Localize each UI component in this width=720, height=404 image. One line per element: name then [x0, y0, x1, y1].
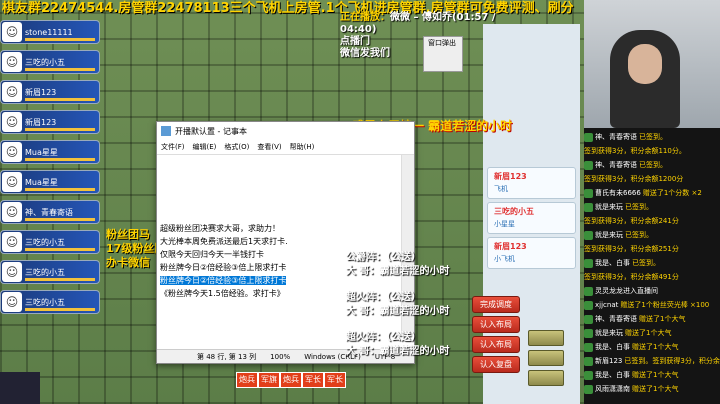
piece-tag: 炮兵	[236, 372, 258, 388]
avatar: ☺	[2, 232, 22, 252]
chat-line: 签到获得3分，积分余额491分	[584, 273, 679, 281]
center-chat: 正在播放：微微 – 傅如乔(01:57 / 04:40) 点播门 微信发我们	[340, 12, 496, 59]
player-card[interactable]: ☺ 新眉123	[0, 110, 100, 134]
chat-line: 超火阵：（公送）	[346, 332, 421, 343]
avatar: ☺	[2, 292, 22, 312]
layout-button[interactable]: 认入布局	[472, 316, 520, 333]
chat-line: 大 哥：霸道若涩的小时	[346, 266, 450, 277]
chat-line: 就是来玩 已签到。	[584, 202, 653, 212]
chat-line: 灵灵龙龙进入直播间	[584, 286, 658, 296]
chat-line: 签到获得3分，积分余额251分	[584, 245, 679, 253]
piece-tag: 炮兵	[280, 372, 302, 388]
player-card[interactable]: ☺ stone11111	[0, 20, 100, 44]
avatar: ☺	[2, 22, 22, 42]
chat-line: 就是来玩 已签到。	[584, 230, 653, 240]
chat-line: 新眉123已签到。签到获得3分，积分余额8	[584, 356, 720, 366]
piece-tag: 军长	[302, 372, 324, 388]
menu-format[interactable]: 格式(O)	[224, 142, 249, 152]
chat-line: 我是、白事 赠送了1个大气	[584, 342, 678, 352]
chat-line: 神、青春寄语 已签到。	[584, 160, 667, 170]
avatar: ☺	[2, 202, 22, 222]
menu-help[interactable]: 帮助(H)	[290, 142, 315, 152]
avatar: ☺	[2, 172, 22, 192]
list-item[interactable]: 新眉123 小飞机	[487, 237, 576, 269]
chat-line: 我是、白事 已签到。	[584, 258, 660, 268]
window-title: 开播默认置 - 记事本	[157, 122, 414, 140]
chat-line: 签到获得3分，积分余额1200分	[584, 175, 684, 183]
corner-logo	[0, 372, 40, 404]
avatar: ☺	[2, 142, 22, 162]
game-option-button[interactable]	[528, 330, 564, 346]
chat-line: 神、青春寄语 已签到。	[584, 132, 667, 142]
avatar: ☺	[2, 52, 22, 72]
chat-line: 我是、白事 赠送了1个大气	[584, 370, 678, 380]
layout-button[interactable]: 认入布局	[472, 336, 520, 353]
avatar: ☺	[2, 262, 22, 282]
chat-line: 曹氏有未6666 赠送了1个分数 ×2	[584, 188, 702, 198]
popup-window[interactable]: 窗口弹出	[423, 36, 463, 72]
piece-tag: 军旗	[258, 372, 280, 388]
menu-edit[interactable]: 编辑(E)	[193, 142, 217, 152]
game-option-button[interactable]	[528, 370, 564, 386]
player-card[interactable]: ☺ 神、青春寄语	[0, 200, 100, 224]
avatar: ☺	[2, 82, 22, 102]
game-option-button[interactable]	[528, 350, 564, 366]
list-item[interactable]: 三吃的小五 小星星	[487, 202, 576, 234]
menu-file[interactable]: 文件(F)	[161, 142, 185, 152]
player-card[interactable]: ☺ Mua星星	[0, 170, 100, 194]
player-card[interactable]: ☺ 新眉123	[0, 80, 100, 104]
player-card[interactable]: ☺ 三吃的小五	[0, 50, 100, 74]
list-item[interactable]: 新眉123 飞机	[487, 167, 576, 199]
streamer-head	[628, 44, 662, 84]
piece-tag: 军长	[324, 372, 346, 388]
chat-log: 神、青春寄语 已签到。 签到获得3分，积分余额110分。 神、青春寄语 已签到。 签…	[584, 128, 720, 404]
chat-line: 签到获得3分，积分余额110分。	[584, 147, 686, 155]
player-card[interactable]: ☺ 三吃的小五	[0, 260, 100, 284]
chat-line: 公爵阵：（公送）	[346, 252, 421, 263]
text-editor[interactable]: 超级粉丝团决赛求大哥，求助力！ 大光棒本周免费派送最后1天求打卡. 仅限今天回归…	[157, 222, 407, 337]
chat-line: 签到获得3分，积分余额241分	[584, 217, 679, 225]
player-card[interactable]: ☺ Mua星星	[0, 140, 100, 164]
chat-line: 大 哥：霸道若涩的小时	[346, 346, 450, 357]
player-list: ☺ stone11111 ☺ 三吃的小五 ☺ 新眉123 ☺ 新眉123 ☺ Mua星星 …	[0, 20, 100, 320]
finish-button[interactable]: 完成调度	[472, 296, 520, 313]
chat-line: 超火阵：（公送）	[346, 292, 421, 303]
chat-line: 风雨潇潇南 赠送了1个大气	[584, 384, 678, 394]
player-card[interactable]: ☺ 三吃的小五	[0, 290, 100, 314]
menu-view[interactable]: 查看(V)	[257, 142, 281, 152]
chat-line: xjjcnat 赠送了1个粉丝荧光棒 ×100	[584, 300, 709, 310]
avatar: ☺	[2, 112, 22, 132]
player-card[interactable]: ☺ 三吃的小五	[0, 230, 100, 254]
chat-line: 就是来玩 赠送了1个大气	[584, 328, 671, 338]
chat-line: 大 哥：霸道若涩的小时	[346, 306, 450, 317]
menu-bar: 文件(F) 编辑(E) 格式(O) 查看(V) 帮助(H)	[157, 140, 414, 155]
chat-line: 神、青春寄语 赠送了1个大气	[584, 314, 685, 324]
replay-button[interactable]: 认入复盘	[472, 356, 520, 373]
notepad-icon	[161, 126, 171, 136]
